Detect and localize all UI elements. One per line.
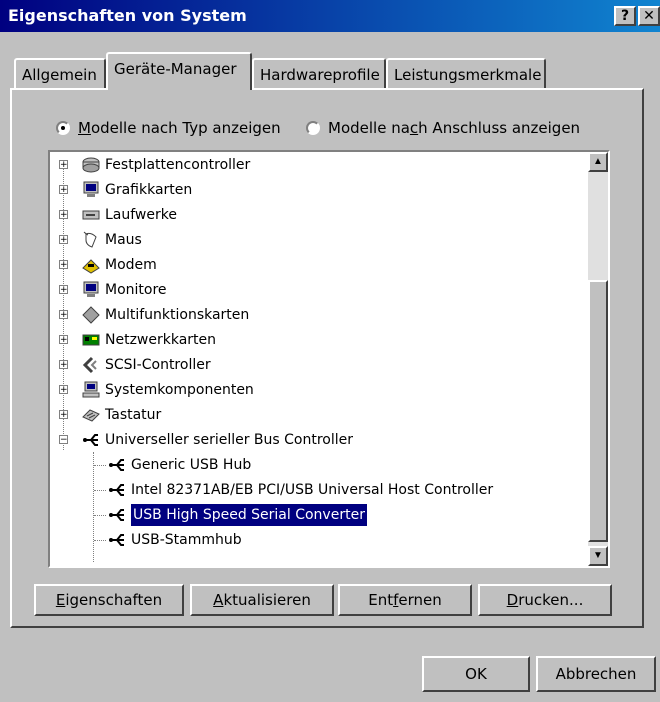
expand-icon[interactable]: + <box>59 260 68 270</box>
tree-item-label: Grafikkarten <box>105 182 193 198</box>
expand-icon[interactable]: + <box>59 410 68 420</box>
cancel-button[interactable]: Abbrechen <box>536 656 656 692</box>
tree-item-scsi-controller[interactable]: + SCSI-Controller <box>58 354 211 376</box>
tree-item-netzwerkkarten[interactable]: + Netzwerkkarten <box>58 329 216 351</box>
view-by-connection-option[interactable]: Modelle nach Anschluss anzeigen <box>306 119 580 137</box>
tree-item-maus[interactable]: + Maus <box>58 229 142 251</box>
tree-item-festplattencontroller[interactable]: + Festplattencontroller <box>58 154 250 176</box>
tree-item-label: Modem <box>105 257 157 273</box>
tree-item-multifunktionskarten[interactable]: + Multifunktionskarten <box>58 304 249 326</box>
refresh-button[interactable]: Aktualisieren <box>190 584 334 616</box>
tree-child-label-selected: USB High Speed Serial Converter <box>130 503 368 527</box>
tree-child-generic-usb-hub[interactable]: Generic USB Hub <box>94 454 251 476</box>
modem-icon <box>82 256 100 274</box>
system-properties-window: Eigenschaften von System ? ✕ Allgemein G… <box>0 0 660 702</box>
view-by-type-label: Modelle nach Typ anzeigen <box>78 119 281 137</box>
tree-item-laufwerke[interactable]: + Laufwerke <box>58 204 177 226</box>
expand-icon[interactable]: + <box>59 285 68 295</box>
expand-icon[interactable]: + <box>59 185 68 195</box>
collapse-icon[interactable]: − <box>59 435 68 445</box>
tab-geraete-manager[interactable]: Geräte-Manager <box>106 52 252 90</box>
close-button[interactable]: ✕ <box>638 6 660 26</box>
tab-hardwareprofile[interactable]: Hardwareprofile <box>252 58 386 90</box>
computer-icon <box>82 381 100 399</box>
vertical-scrollbar[interactable]: ▲ ▼ <box>588 152 608 566</box>
tree-item-systemkomponenten[interactable]: + Systemkomponenten <box>58 379 254 401</box>
view-by-connection-label: Modelle nach Anschluss anzeigen <box>328 119 581 137</box>
expand-icon[interactable]: + <box>59 235 68 245</box>
properties-button[interactable]: Eigenschaften <box>34 584 184 616</box>
tree-item-label: Universeller serieller Bus Controller <box>105 432 354 448</box>
tree-item-label: Systemkomponenten <box>105 382 254 398</box>
tree-item-label: Laufwerke <box>105 207 177 223</box>
ok-button[interactable]: OK <box>422 656 530 692</box>
expand-icon[interactable]: + <box>59 360 68 370</box>
view-by-type-option[interactable]: Modelle nach Typ anzeigen <box>56 119 281 137</box>
tree-item-monitore[interactable]: + Monitore <box>58 279 167 301</box>
monitor-icon <box>82 281 100 299</box>
expand-icon[interactable]: + <box>59 160 68 170</box>
title-bar[interactable]: Eigenschaften von System ? ✕ <box>0 0 660 32</box>
usb-icon <box>108 481 126 499</box>
tree-item-label: Netzwerkkarten <box>105 332 217 348</box>
usb-icon <box>82 431 100 449</box>
tree-item-label: SCSI-Controller <box>105 357 211 373</box>
print-button[interactable]: Drucken... <box>478 584 612 616</box>
remove-button[interactable]: Entfernen <box>338 584 472 616</box>
tree-item-grafikkarten[interactable]: + Grafikkarten <box>58 179 192 201</box>
tree-item-label: Multifunktionskarten <box>105 307 250 323</box>
mouse-icon <box>82 231 100 249</box>
tree-item-label: Tastatur <box>105 407 162 423</box>
tree-child-intel-host-controller[interactable]: Intel 82371AB/EB PCI/USB Universal Host … <box>94 479 493 501</box>
device-tree[interactable]: + Festplattencontroller + Grafikkarten +… <box>48 150 610 568</box>
tree-item-modem[interactable]: + Modem <box>58 254 157 276</box>
tree-child-label: USB-Stammhub <box>131 532 242 548</box>
tree-item-tastatur[interactable]: + Tastatur <box>58 404 161 426</box>
radio-by-connection[interactable] <box>306 121 320 135</box>
disk-controller-icon <box>82 156 100 174</box>
scroll-up-button[interactable]: ▲ <box>588 152 608 172</box>
tree-item-usb-controller[interactable]: − Universeller serieller Bus Controller <box>58 429 353 451</box>
tab-leistungsmerkmale[interactable]: Leistungsmerkmale <box>386 58 546 90</box>
tree-item-label: Monitore <box>105 282 167 298</box>
network-card-icon <box>82 331 100 349</box>
tree-child-label: Generic USB Hub <box>131 457 252 473</box>
tree-child-label: Intel 82371AB/EB PCI/USB Universal Host … <box>131 482 494 498</box>
monitor-icon <box>82 181 100 199</box>
multifunction-icon <box>82 306 100 324</box>
tab-allgemein[interactable]: Allgemein <box>14 58 106 90</box>
help-button[interactable]: ? <box>614 6 636 26</box>
usb-icon <box>108 531 126 549</box>
radio-by-type[interactable] <box>56 121 70 135</box>
scroll-down-button[interactable]: ▼ <box>588 546 608 566</box>
expand-icon[interactable]: + <box>59 335 68 345</box>
keyboard-icon <box>82 406 100 424</box>
window-title: Eigenschaften von System <box>8 6 247 25</box>
tree-child-usb-serial-converter[interactable]: USB High Speed Serial Converter <box>94 503 368 527</box>
expand-icon[interactable]: + <box>59 385 68 395</box>
expand-icon[interactable]: + <box>59 310 68 320</box>
tree-item-label: Maus <box>105 232 142 248</box>
drive-icon <box>82 206 100 224</box>
usb-icon <box>108 506 126 524</box>
expand-icon[interactable]: + <box>59 210 68 220</box>
tree-item-label: Festplattencontroller <box>105 157 251 173</box>
usb-icon <box>108 456 126 474</box>
tree-child-usb-stammhub[interactable]: USB-Stammhub <box>94 529 242 551</box>
scroll-thumb[interactable] <box>588 280 608 542</box>
scsi-icon <box>82 356 100 374</box>
